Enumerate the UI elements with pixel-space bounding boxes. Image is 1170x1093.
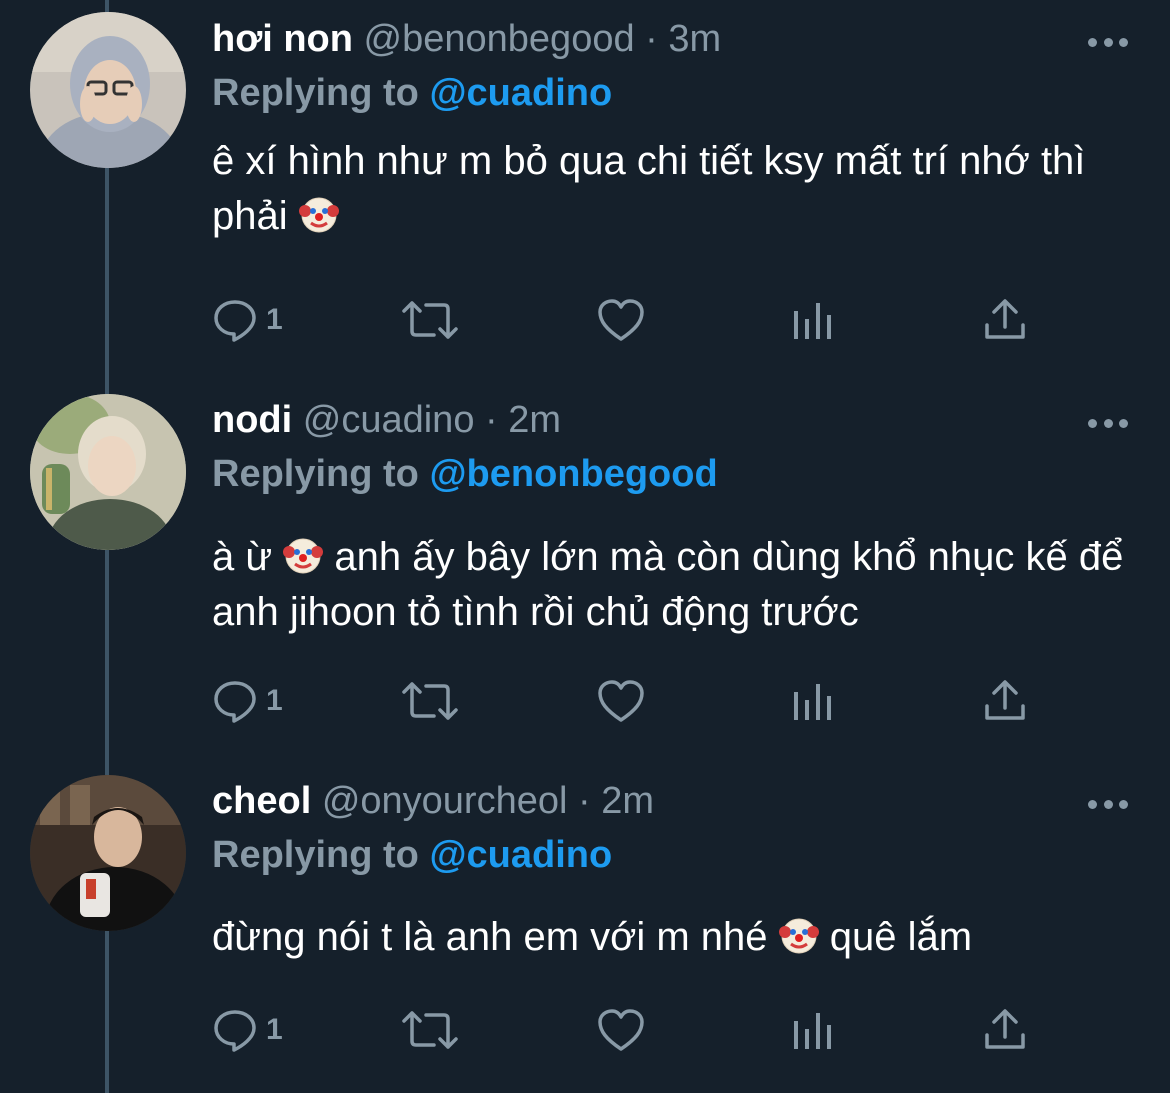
more-dots-icon[interactable] — [1088, 417, 1128, 429]
reply-button[interactable]: 1 — [212, 290, 283, 350]
share-button[interactable] — [982, 1000, 1028, 1060]
timestamp[interactable]: 2m — [601, 780, 654, 822]
replying-to-line: Replying to @cuadino — [212, 832, 612, 878]
tweet-actions: 1 — [212, 1000, 1052, 1060]
tweet-text-part: à ừ — [212, 535, 273, 579]
tweet-header: cheol @onyourcheol · 2m — [212, 778, 654, 824]
user-handle[interactable]: @cuadino — [303, 399, 475, 441]
replying-to-handle[interactable]: @benonbegood — [429, 453, 717, 495]
share-button[interactable] — [982, 290, 1028, 350]
heart-outline-icon — [598, 1009, 644, 1051]
replying-to-handle[interactable]: @cuadino — [429, 72, 612, 114]
reply-count: 1 — [266, 1013, 283, 1046]
avatar-benonbegood[interactable] — [30, 12, 186, 168]
replying-to-handle[interactable]: @cuadino — [429, 834, 612, 876]
speech-bubble-icon — [214, 681, 256, 723]
display-name[interactable]: nodi — [212, 399, 292, 441]
separator-dot: · — [577, 780, 591, 822]
like-button[interactable] — [596, 1000, 646, 1060]
retweet-arrows-icon — [402, 301, 458, 339]
retweet-button[interactable] — [400, 290, 460, 350]
timestamp[interactable]: 3m — [668, 18, 721, 60]
reply-button[interactable]: 1 — [212, 1000, 283, 1060]
bar-chart-icon — [794, 303, 831, 339]
tweet-actions: 1 — [212, 671, 1052, 731]
analytics-button[interactable] — [790, 671, 836, 731]
replying-to-label: Replying to — [212, 453, 419, 495]
more-dots-icon[interactable] — [1088, 36, 1128, 48]
bar-chart-icon — [794, 1013, 831, 1049]
speech-bubble-icon — [214, 300, 256, 342]
tweet-text: à ừ anh ấy bây lớn mà còn dùng khổ nhục … — [212, 530, 1142, 640]
retweet-arrows-icon — [402, 682, 458, 720]
clown-face-icon — [778, 918, 819, 954]
clown-face-icon — [283, 538, 324, 574]
bar-chart-icon — [794, 684, 831, 720]
speech-bubble-icon — [214, 1010, 256, 1052]
heart-outline-icon — [598, 680, 644, 722]
tweet-3[interactable]: cheol @onyourcheol · 2m Replying to @cua… — [0, 762, 1170, 1093]
replying-to-line: Replying to @cuadino — [212, 70, 612, 116]
tweet-text-part: ê xí hình như m bỏ qua chi tiết ksy mất … — [212, 139, 1086, 238]
avatar-onyourcheol[interactable] — [30, 775, 186, 931]
reply-count: 1 — [266, 303, 283, 336]
tweet-text-part: quê lắm — [829, 915, 973, 959]
retweet-button[interactable] — [400, 671, 460, 731]
tweet-text: ê xí hình như m bỏ qua chi tiết ksy mất … — [212, 134, 1142, 244]
like-button[interactable] — [596, 290, 646, 350]
display-name[interactable]: cheol — [212, 780, 311, 822]
separator-dot: · — [645, 18, 658, 60]
tweet-header: nodi @cuadino · 2m — [212, 397, 561, 443]
tweet-actions: 1 — [212, 290, 1052, 350]
reply-button[interactable]: 1 — [212, 671, 283, 731]
share-upload-icon — [985, 680, 1025, 720]
share-upload-icon — [985, 1009, 1025, 1049]
reply-count: 1 — [266, 684, 283, 717]
user-handle[interactable]: @onyourcheol — [322, 780, 568, 822]
replying-to-line: Replying to @benonbegood — [212, 451, 718, 497]
tweet-text-part: đừng nói t là anh em với m nhé — [212, 915, 768, 959]
replying-to-label: Replying to — [212, 72, 419, 114]
analytics-button[interactable] — [790, 1000, 836, 1060]
retweet-button[interactable] — [400, 1000, 460, 1060]
clown-face-icon — [298, 197, 339, 233]
avatar-cuadino[interactable] — [30, 394, 186, 550]
tweet-text-part: anh ấy bây lớn mà còn dùng khổ nhục kế đ… — [212, 535, 1124, 634]
retweet-arrows-icon — [402, 1011, 458, 1049]
share-button[interactable] — [982, 671, 1028, 731]
replying-to-label: Replying to — [212, 834, 419, 876]
display-name[interactable]: hơi non — [212, 18, 353, 60]
more-dots-icon[interactable] — [1088, 798, 1128, 810]
tweet-1[interactable]: hơi non @benonbegood · 3m Replying to @c… — [0, 0, 1170, 380]
separator-dot: · — [485, 399, 498, 441]
analytics-button[interactable] — [790, 290, 836, 350]
heart-outline-icon — [598, 299, 644, 341]
tweet-header: hơi non @benonbegood · 3m — [212, 16, 721, 62]
tweet-2[interactable]: nodi @cuadino · 2m Replying to @benonbeg… — [0, 381, 1170, 761]
share-upload-icon — [985, 299, 1025, 339]
user-handle[interactable]: @benonbegood — [364, 18, 635, 60]
like-button[interactable] — [596, 671, 646, 731]
timestamp[interactable]: 2m — [508, 399, 561, 441]
tweet-text: đừng nói t là anh em với m nhé quê lắm — [212, 910, 1142, 965]
